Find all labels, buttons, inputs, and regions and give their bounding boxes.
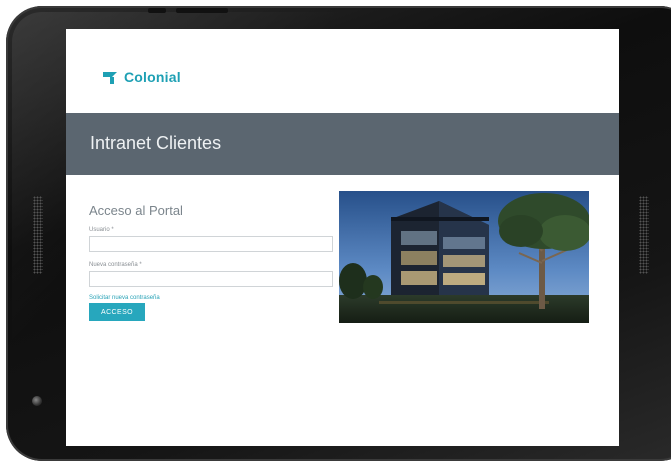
request-password-link[interactable]: Solicitar nueva contraseña [89, 295, 335, 301]
page-banner: Intranet Clientes [66, 113, 619, 175]
username-label: Usuario * [89, 227, 114, 233]
login-form: Acceso al Portal Usuario * Nueva contras… [89, 203, 335, 321]
building-photo [339, 191, 589, 323]
tablet-screen: Colonial Intranet Clientes Acceso al Por… [66, 29, 619, 446]
brand-logo[interactable]: Colonial [102, 69, 181, 85]
tablet-button-top-left [148, 8, 166, 13]
login-title: Acceso al Portal [89, 203, 183, 218]
username-input[interactable] [89, 236, 333, 252]
tablet-button-top-right [176, 8, 228, 13]
submit-button[interactable]: ACCESO [89, 303, 145, 321]
password-input[interactable] [89, 271, 333, 287]
speaker-left [33, 196, 43, 274]
camera-icon [32, 396, 42, 406]
speaker-right [639, 196, 649, 274]
page-title: Intranet Clientes [90, 133, 222, 153]
brand-name: Colonial [124, 69, 181, 85]
password-label: Nueva contraseña * [89, 262, 142, 268]
colonial-logo-icon [103, 72, 117, 84]
